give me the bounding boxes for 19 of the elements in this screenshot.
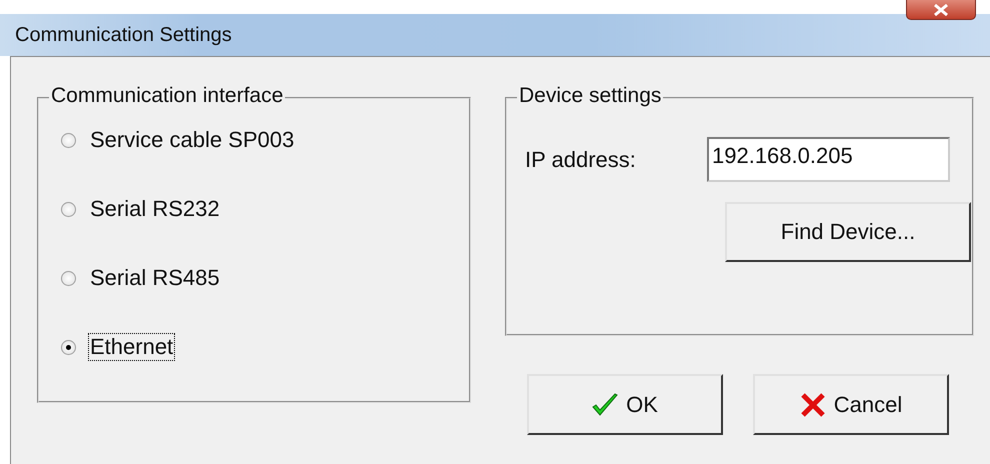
radio-button[interactable] xyxy=(61,270,76,286)
radio-label[interactable]: Service cable SP003 xyxy=(88,126,296,154)
radio-button[interactable] xyxy=(61,202,76,216)
close-button[interactable] xyxy=(906,0,976,20)
radio-label[interactable]: Serial RS485 xyxy=(88,264,222,292)
radio-label[interactable]: Ethernet xyxy=(88,333,176,361)
find-device-button[interactable]: Find Device... xyxy=(725,202,971,262)
cancel-button[interactable]: Cancel xyxy=(753,374,949,435)
cross-icon xyxy=(800,392,826,418)
ip-address-field[interactable]: 192.168.0.205 xyxy=(707,137,950,182)
field-label: IP address: xyxy=(525,146,637,172)
window-title: Communication Settings xyxy=(15,24,232,46)
group-title: Device settings xyxy=(517,84,664,108)
close-icon xyxy=(932,4,950,16)
radio-button[interactable] xyxy=(61,340,76,354)
radio-button[interactable] xyxy=(61,132,76,148)
checkmark-icon xyxy=(592,392,618,416)
radio-label[interactable]: Serial RS232 xyxy=(88,195,222,223)
ok-button[interactable]: OK xyxy=(527,374,723,435)
